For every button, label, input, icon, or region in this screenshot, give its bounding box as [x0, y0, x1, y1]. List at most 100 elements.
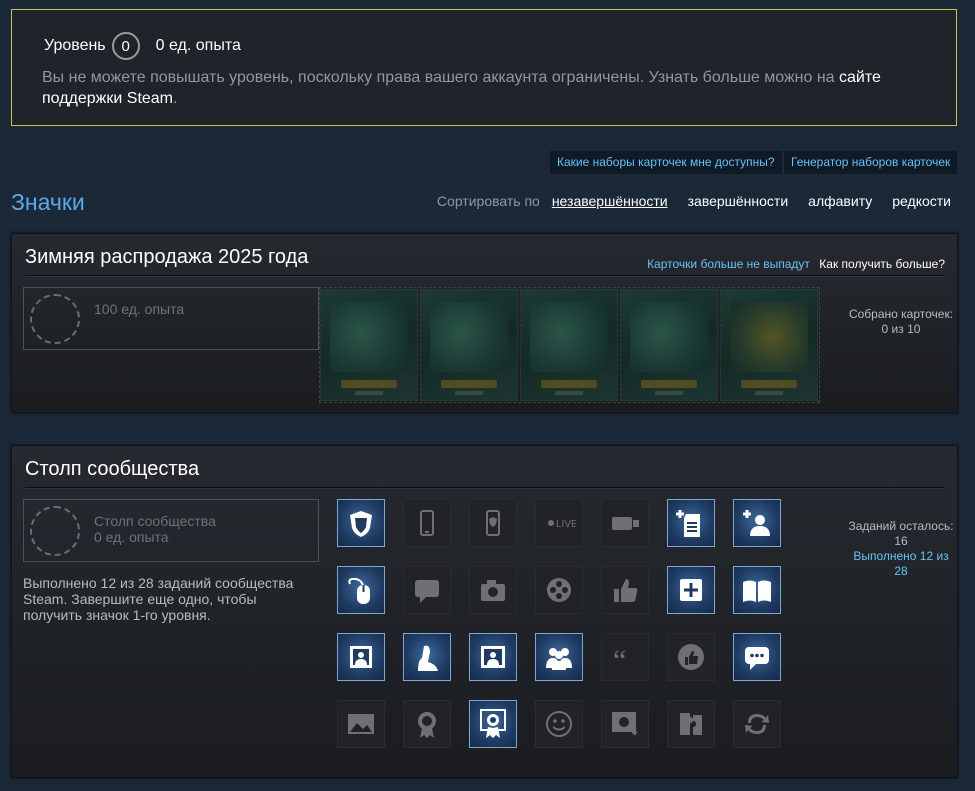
chat-bubble-icon: [415, 580, 439, 603]
task-thumbs-up[interactable]: [601, 566, 649, 614]
svg-text:LIVE: LIVE: [556, 519, 576, 530]
card-art: [630, 302, 708, 372]
card-drop-info: Карточки больше не выпадут Как получить …: [647, 257, 945, 271]
card-nameplate: [641, 380, 697, 388]
sort-alphabet[interactable]: алфавиту: [808, 193, 872, 209]
card-art: [430, 302, 508, 372]
task-rate-thumbs[interactable]: [667, 633, 715, 681]
mouse-icon: [348, 577, 370, 604]
badge-placeholder-icon: [30, 506, 80, 556]
task-quote[interactable]: “: [601, 633, 649, 681]
task-live-broadcast[interactable]: LIVE: [535, 499, 583, 547]
card-subplate: [555, 391, 583, 395]
badge-info: Столп сообщества 0 ед. опыта: [94, 513, 216, 545]
community-badge-panel[interactable]: Столп сообщества Столп сообщества 0 ед. …: [11, 445, 958, 778]
svg-text:“: “: [613, 644, 626, 674]
badge-progress-box[interactable]: Столп сообщества 0 ед. опыта: [23, 499, 319, 562]
award-icon: [418, 712, 436, 738]
task-camera[interactable]: [469, 566, 517, 614]
book-icon: [743, 580, 771, 602]
camera-icon: [481, 580, 505, 601]
trading-card[interactable]: [420, 289, 518, 401]
task-add-box[interactable]: [667, 566, 715, 614]
winter-sale-badge-panel[interactable]: Зимняя распродажа 2025 года Карточки бол…: [11, 233, 958, 413]
rate-thumbs-icon: [678, 644, 704, 670]
trading-card[interactable]: [720, 289, 818, 401]
cards-collected: Собрано карточек: 0 из 10: [848, 307, 954, 336]
level-panel: Уровень 0 0 ед. опыта Вы не можете повыш…: [11, 9, 957, 126]
task-add-document[interactable]: [667, 499, 715, 547]
thumbs-up-icon: [614, 579, 638, 602]
task-film-reel[interactable]: [535, 566, 583, 614]
which-sets-button[interactable]: Какие наборы карточек мне доступны?: [550, 151, 782, 174]
task-video-camera[interactable]: [601, 499, 649, 547]
restriction-end: .: [173, 90, 178, 107]
how-get-more-link[interactable]: Как получить больше?: [819, 257, 945, 271]
task-puzzle[interactable]: [667, 700, 715, 748]
task-workshop-search[interactable]: [601, 700, 649, 748]
sort-rarity[interactable]: редкости: [892, 193, 951, 209]
card-subplate: [755, 391, 783, 395]
task-award[interactable]: [403, 700, 451, 748]
card-nameplate: [541, 380, 597, 388]
task-trade[interactable]: [733, 700, 781, 748]
quote-icon: “: [613, 644, 626, 674]
live-broadcast-icon: LIVE: [548, 519, 576, 530]
message-icon: [745, 647, 769, 670]
card-nameplate: [341, 380, 397, 388]
add-friend-icon: [743, 510, 770, 536]
task-message[interactable]: [733, 633, 781, 681]
task-shield[interactable]: [337, 499, 385, 547]
puzzle-icon: [680, 713, 702, 735]
trade-icon: [745, 714, 769, 734]
level-value: 0: [121, 37, 130, 55]
badge-xp: 100 ед. опыта: [94, 301, 185, 317]
sort-bar: Сортировать по незавершённости завершённ…: [437, 193, 951, 209]
task-featured-badge[interactable]: [469, 700, 517, 748]
screenshot-icon: [348, 714, 374, 734]
trading-card[interactable]: [320, 289, 418, 401]
level-circle: 0: [111, 32, 140, 60]
trading-card[interactable]: [620, 289, 718, 401]
card-nameplate: [441, 380, 497, 388]
page-title: Значки: [11, 189, 85, 215]
restriction-text: Вы не можете повышать уровень, поскольку…: [42, 69, 840, 86]
task-add-friend[interactable]: [733, 499, 781, 547]
add-box-icon: [680, 579, 702, 601]
tasks-status: Заданий осталось: 16 Выполнено 12 из 28: [848, 519, 954, 579]
tasks-done-link[interactable]: Выполнено 12 из 28: [848, 549, 954, 579]
no-drops-text: Карточки больше не выпадут: [647, 257, 810, 271]
card-nameplate: [741, 380, 797, 388]
profile-picture-icon: [350, 646, 372, 668]
generator-button[interactable]: Генератор наборов карточек: [784, 151, 958, 174]
tasks-left: Заданий осталось: 16: [848, 519, 954, 548]
task-profile-picture[interactable]: [337, 633, 385, 681]
task-group[interactable]: [535, 633, 583, 681]
sort-incomplete[interactable]: незавершённости: [552, 193, 668, 209]
film-reel-icon: [547, 578, 571, 602]
profile-background-icon: [481, 646, 505, 668]
task-screenshot[interactable]: [337, 700, 385, 748]
level-xp: 0 ед. опыта: [155, 37, 241, 54]
trading-card[interactable]: [520, 289, 618, 401]
task-profile-silhouette[interactable]: [403, 633, 451, 681]
task-mouse[interactable]: [337, 566, 385, 614]
task-profile-background[interactable]: [469, 633, 517, 681]
workshop-search-icon: [612, 712, 638, 736]
task-phone[interactable]: [403, 499, 451, 547]
sort-complete[interactable]: завершённости: [688, 193, 789, 209]
featured-badge-icon: [480, 709, 506, 738]
badge-progress-box[interactable]: 100 ед. опыта: [23, 287, 319, 350]
task-phone-guard[interactable]: [469, 499, 517, 547]
badge-name: Столп сообщества: [94, 513, 216, 529]
card-subplate: [355, 391, 383, 395]
profile-silhouette-icon: [418, 645, 438, 671]
card-subplate: [655, 391, 683, 395]
task-chat-bubble[interactable]: [403, 566, 451, 614]
card-art: [730, 302, 808, 372]
card-art: [530, 302, 608, 372]
video-camera-icon: [612, 517, 639, 530]
badge-description: Выполнено 12 из 28 заданий сообщества St…: [23, 575, 294, 623]
task-book[interactable]: [733, 566, 781, 614]
task-emoticon[interactable]: [535, 700, 583, 748]
